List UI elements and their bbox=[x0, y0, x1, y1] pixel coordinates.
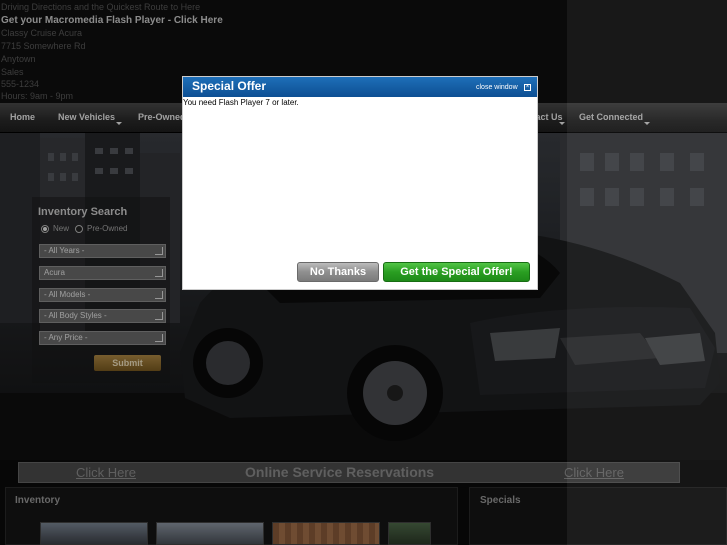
flash-required-message: You need Flash Player 7 or later. bbox=[183, 98, 299, 107]
backdrop-edge bbox=[567, 0, 727, 545]
get-special-offer-button[interactable]: Get the Special Offer! bbox=[383, 262, 530, 282]
dialog-title: Special Offer bbox=[192, 79, 267, 93]
special-offer-dialog: Special Offer close window × You need Fl… bbox=[182, 76, 538, 290]
dialog-header: Special Offer close window × bbox=[183, 77, 537, 97]
close-window-link[interactable]: close window bbox=[476, 84, 518, 91]
no-thanks-button[interactable]: No Thanks bbox=[297, 262, 379, 282]
close-icon[interactable]: × bbox=[524, 84, 531, 91]
